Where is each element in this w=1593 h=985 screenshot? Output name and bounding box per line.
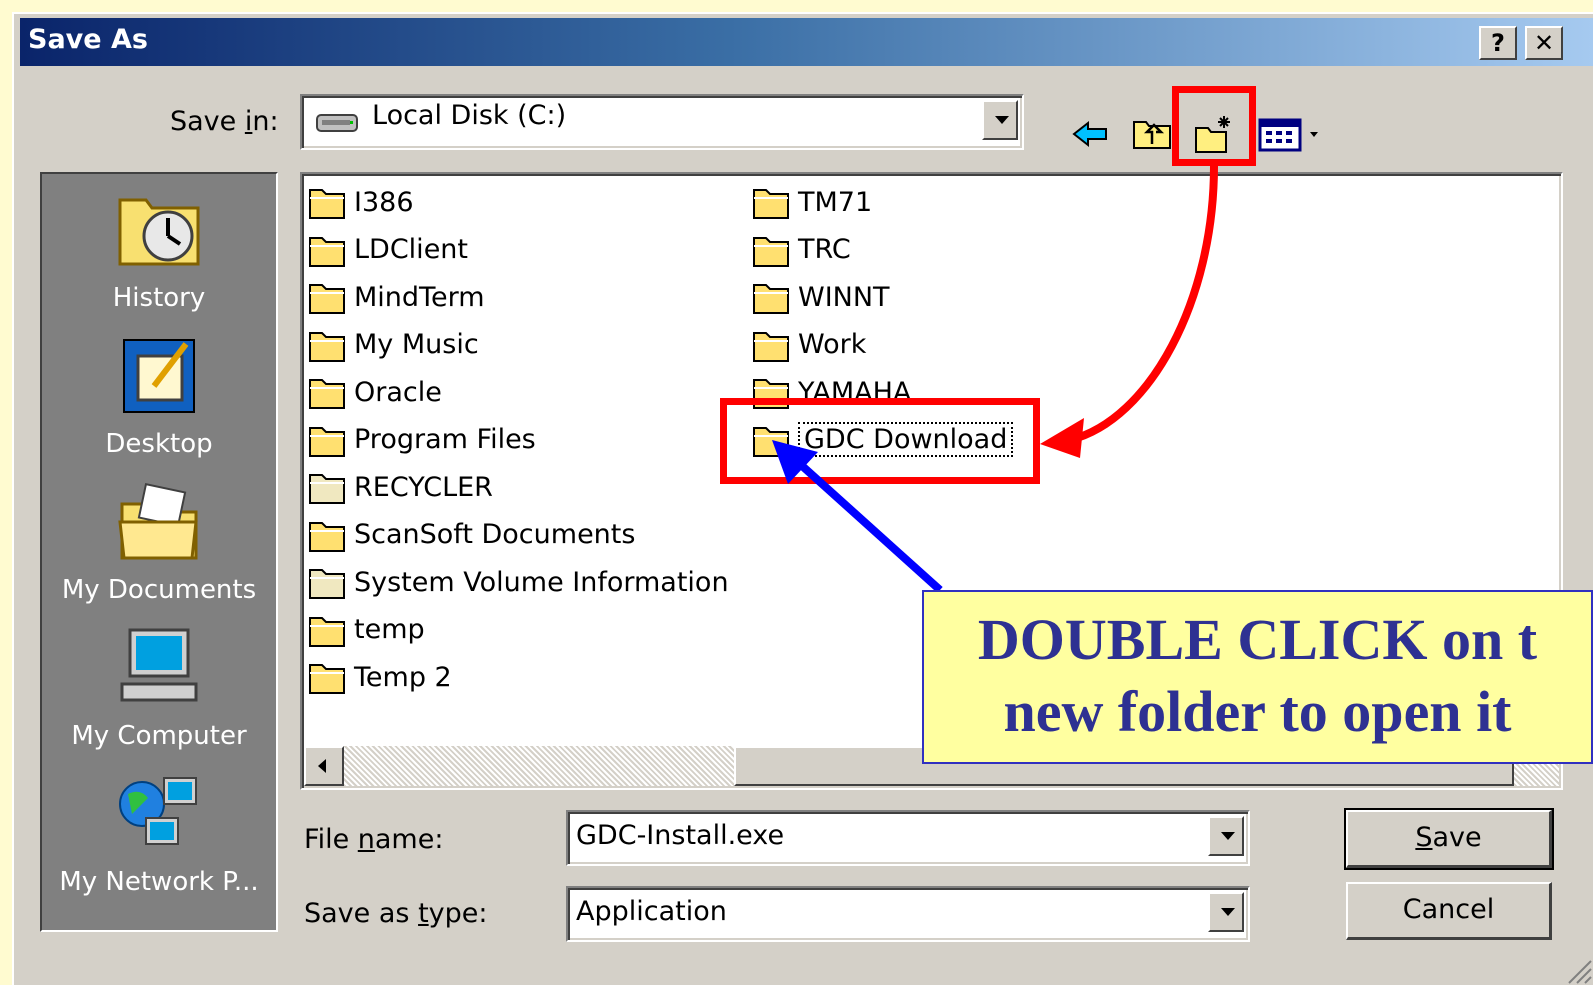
instruction-callout: DOUBLE CLICK on t new folder to open it (922, 590, 1593, 764)
red-curved-arrow (1069, 165, 1218, 444)
annotation-arrows (772, 165, 1218, 593)
blue-arrow (797, 461, 943, 593)
callout-line-2: new folder to open it (1003, 679, 1512, 744)
callout-line-1: DOUBLE CLICK on t (977, 607, 1538, 672)
red-arrow-head (1040, 418, 1084, 458)
